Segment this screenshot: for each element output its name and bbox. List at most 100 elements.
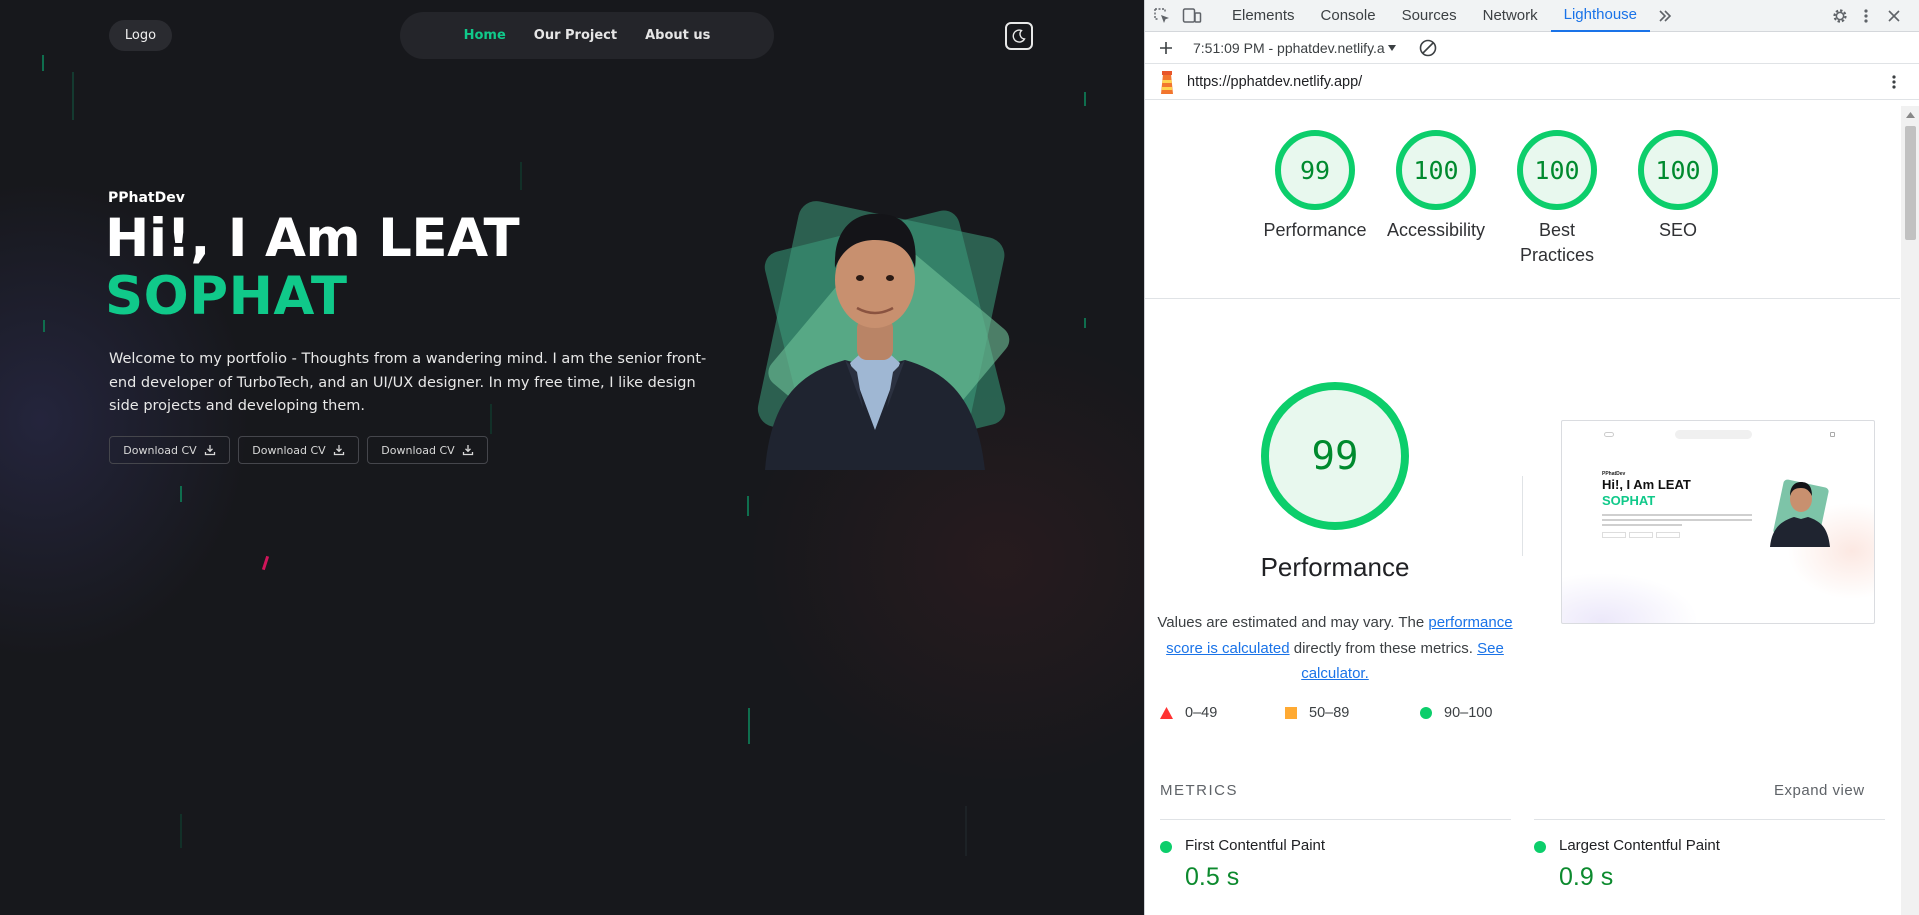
background-streak bbox=[1084, 92, 1086, 106]
legend-range: 90–100 bbox=[1444, 705, 1493, 721]
vertical-separator bbox=[1522, 476, 1523, 556]
more-tabs-button[interactable] bbox=[1650, 0, 1680, 32]
dropdown-arrow-icon bbox=[1387, 44, 1396, 51]
nav-about-us[interactable]: About us bbox=[645, 28, 710, 43]
metric-value: 0.9 s bbox=[1559, 863, 1614, 891]
thumb-hero-line1: Hi!, I Am LEAT bbox=[1602, 477, 1691, 492]
legend-range: 50–89 bbox=[1309, 705, 1350, 721]
download-cv-label: Download CV bbox=[381, 443, 455, 457]
inspect-icon bbox=[1154, 7, 1169, 23]
background-streak bbox=[520, 162, 522, 190]
nav-home[interactable]: Home bbox=[464, 28, 506, 43]
nav-our-project[interactable]: Our Project bbox=[534, 28, 617, 43]
hero-description: Welcome to my portfolio - Thoughts from … bbox=[109, 351, 707, 414]
close-devtools-button[interactable] bbox=[1879, 0, 1909, 32]
thumb-button bbox=[1629, 532, 1653, 538]
green-circle-icon bbox=[1420, 707, 1432, 719]
score-gauge-seo[interactable]: 100 SEO bbox=[1598, 130, 1758, 243]
background-streak bbox=[180, 814, 182, 848]
thumb-text-line bbox=[1602, 514, 1752, 516]
score-label: SEO bbox=[1658, 220, 1697, 240]
report-selector[interactable]: 7:51:09 PM - pphatdev.netlify.a bbox=[1193, 40, 1397, 56]
background-streak bbox=[965, 806, 967, 856]
thumb-hero-line2: SOPHAT bbox=[1602, 493, 1656, 508]
thumb-button bbox=[1602, 532, 1626, 538]
final-screenshot[interactable]: PPhatDev Hi!, I Am LEAT SOPHAT bbox=[1561, 420, 1875, 624]
score-value: 100 bbox=[1517, 130, 1597, 210]
logo-button[interactable]: Logo bbox=[109, 20, 172, 51]
hero-eyebrow: PPhatDev bbox=[108, 190, 185, 206]
inspect-element-button[interactable] bbox=[1147, 0, 1177, 32]
hero-name: SOPHAT bbox=[105, 266, 348, 327]
legend-average: 50–89 bbox=[1285, 705, 1349, 721]
profile-photo bbox=[757, 201, 1010, 470]
background-streak bbox=[72, 72, 74, 120]
devtools-tab-bar: Elements Console Sources Network Lightho… bbox=[1145, 0, 1919, 32]
devtools-panel: Elements Console Sources Network Lightho… bbox=[1144, 0, 1919, 915]
device-icon bbox=[1182, 7, 1202, 23]
background-streak bbox=[748, 708, 750, 744]
report-url[interactable]: https://pphatdev.netlify.app/ bbox=[1187, 74, 1362, 90]
background-streak bbox=[43, 320, 45, 332]
customize-menu-button[interactable] bbox=[1851, 0, 1881, 32]
download-cv-button[interactable]: Download CV bbox=[238, 436, 359, 464]
kebab-icon bbox=[1864, 8, 1868, 23]
report-selector-label: 7:51:09 PM - pphatdev.netlify.a bbox=[1193, 39, 1385, 56]
lighthouse-toolbar: 7:51:09 PM - pphatdev.netlify.a bbox=[1145, 32, 1919, 64]
gear-icon bbox=[1833, 8, 1847, 23]
tab-console[interactable]: Console bbox=[1308, 0, 1389, 32]
clear-reports-button[interactable] bbox=[1413, 32, 1443, 64]
background-streak bbox=[261, 555, 270, 571]
tab-sources[interactable]: Sources bbox=[1389, 0, 1470, 32]
thumb-theme bbox=[1830, 432, 1835, 437]
metrics-rule bbox=[1160, 819, 1511, 820]
score-value: 99 bbox=[1275, 130, 1355, 210]
metric-name: Largest Contentful Paint bbox=[1559, 837, 1720, 854]
thumb-portrait bbox=[1770, 479, 1830, 547]
metrics-rule bbox=[1534, 819, 1885, 820]
device-toolbar-button[interactable] bbox=[1177, 0, 1207, 32]
report-scrollbar[interactable] bbox=[1901, 106, 1919, 915]
double-chevron-icon bbox=[1659, 9, 1672, 22]
legend-fail: 0–49 bbox=[1160, 705, 1217, 721]
performance-gauge-large: 99 Performance bbox=[1235, 382, 1435, 583]
score-label: Best Practices bbox=[1519, 220, 1595, 265]
performance-score: 99 bbox=[1261, 382, 1409, 530]
scroll-up-arrow-icon bbox=[1906, 112, 1915, 118]
legend-range: 0–49 bbox=[1185, 705, 1218, 721]
download-cv-button[interactable]: Download CV bbox=[109, 436, 230, 464]
lighthouse-report: 99 Performance 100 Accessibility 100 Bes… bbox=[1145, 106, 1900, 915]
section-divider bbox=[1145, 298, 1900, 299]
close-icon bbox=[1888, 9, 1900, 22]
expand-view-toggle[interactable]: Expand view bbox=[1774, 782, 1865, 799]
metric-value: 0.5 s bbox=[1185, 863, 1240, 891]
new-report-button[interactable] bbox=[1151, 32, 1181, 64]
performance-title: Performance bbox=[1260, 552, 1410, 582]
metric-name: First Contentful Paint bbox=[1185, 837, 1326, 854]
background-streak bbox=[1084, 318, 1086, 328]
score-value: 100 bbox=[1396, 130, 1476, 210]
download-cv-label: Download CV bbox=[123, 443, 197, 457]
download-icon bbox=[204, 445, 215, 456]
red-triangle-icon bbox=[1160, 707, 1173, 719]
legend-pass: 90–100 bbox=[1420, 705, 1492, 721]
background-streak bbox=[747, 496, 749, 516]
tab-lighthouse[interactable]: Lighthouse bbox=[1550, 0, 1651, 32]
download-cv-button[interactable]: Download CV bbox=[367, 436, 488, 464]
orange-square-icon bbox=[1285, 707, 1297, 719]
block-icon bbox=[1419, 39, 1437, 56]
main-nav: Home Our Project About us bbox=[400, 12, 774, 59]
hero-title: Hi!, I Am LEAT bbox=[105, 208, 520, 269]
tab-network[interactable]: Network bbox=[1470, 0, 1551, 32]
thumb-logo bbox=[1604, 432, 1614, 437]
perf-desc-prefix: Values are estimated and may vary. The bbox=[1157, 614, 1425, 631]
tab-elements[interactable]: Elements bbox=[1219, 0, 1308, 32]
download-icon bbox=[462, 445, 473, 456]
dark-mode-toggle[interactable] bbox=[1005, 22, 1033, 50]
report-url-bar: https://pphatdev.netlify.app/ bbox=[1145, 64, 1919, 100]
report-menu-button[interactable] bbox=[1879, 66, 1909, 98]
portfolio-viewport: Logo Home Our Project About us PPhatDev … bbox=[0, 0, 1144, 915]
score-value: 100 bbox=[1638, 130, 1718, 210]
scrollbar-thumb[interactable] bbox=[1905, 126, 1916, 240]
cv-buttons: Download CV Download CV Download CV bbox=[109, 436, 488, 464]
